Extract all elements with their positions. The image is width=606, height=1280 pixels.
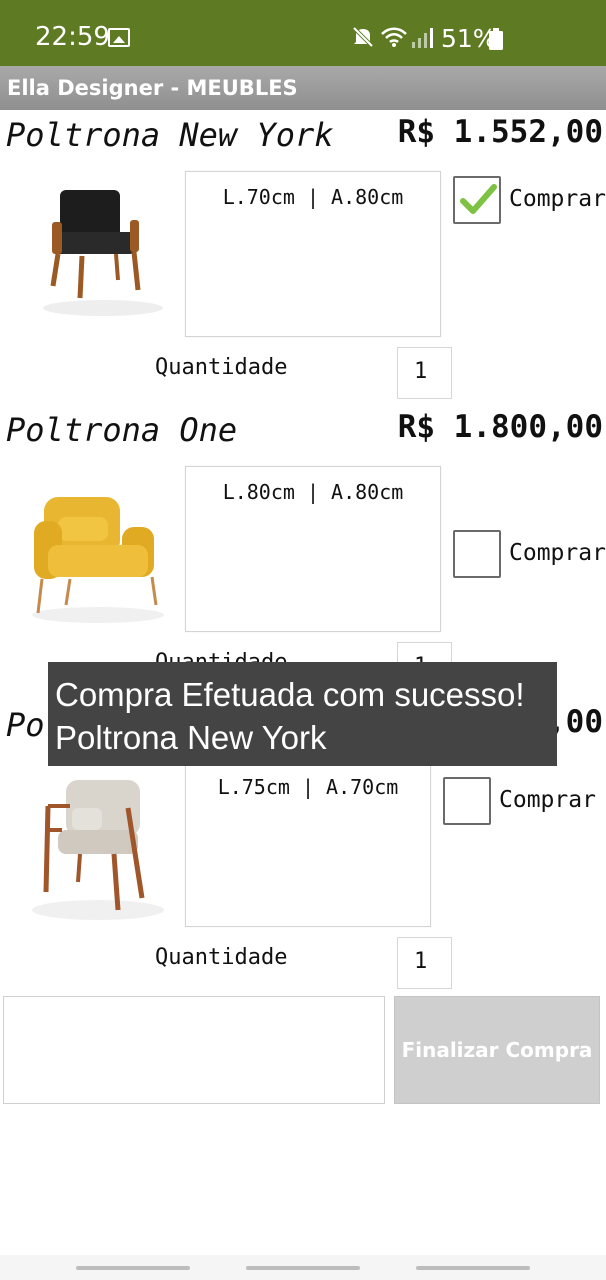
navigation-bar: [0, 1255, 606, 1280]
dimensions-text: L.70cm | A.80cm: [222, 185, 404, 209]
nav-back-button[interactable]: [416, 1266, 530, 1270]
dimensions-text: L.75cm | A.70cm: [217, 775, 399, 799]
product-price: R$ 1.800,00: [397, 409, 603, 445]
nav-home-button[interactable]: [246, 1266, 360, 1270]
buy-checkbox[interactable]: [453, 530, 501, 578]
product-card: Poltrona New York R$ 1.552,00 L.70cm | A…: [0, 110, 606, 400]
app-title: Ella Designer - MEUBLES: [7, 76, 298, 100]
buy-label[interactable]: Comprar: [509, 540, 606, 566]
status-time: 22:59: [35, 22, 110, 52]
beige-wood-chair-image: [32, 780, 164, 920]
quantity-input[interactable]: 1: [397, 347, 452, 399]
dimensions-box: L.75cm | A.70cm: [185, 761, 431, 927]
finish-purchase-button[interactable]: Finalizar Compra: [394, 996, 600, 1104]
product-name: Poltrona New York: [6, 116, 334, 154]
notes-field[interactable]: [3, 996, 385, 1104]
signal-icon: [412, 28, 433, 48]
quantity-label: Quantidade: [155, 945, 288, 970]
black-armchair-image: [43, 190, 163, 316]
battery-icon: [489, 28, 503, 50]
buy-label[interactable]: Comprar: [499, 787, 596, 813]
yellow-armchair-image: [32, 497, 164, 623]
buy-checkbox[interactable]: [443, 777, 491, 825]
dimensions-box: L.70cm | A.80cm: [185, 171, 441, 337]
dimensions-text: L.80cm | A.80cm: [222, 480, 404, 504]
status-bar: 22:59 51%: [0, 0, 606, 66]
product-price: R$ 1.552,00: [397, 114, 603, 150]
toast-message: Compra Efetuada com sucesso! Poltrona Ne…: [48, 662, 557, 766]
product-card: Poltrona One R$ 1.800,00 L.80cm | A.80cm…: [0, 405, 606, 695]
title-bar: Ella Designer - MEUBLES: [0, 66, 606, 110]
product-name: Poltrona One: [6, 411, 238, 449]
buy-checkbox[interactable]: [453, 176, 501, 224]
quantity-label: Quantidade: [155, 355, 288, 380]
checkmark-icon: [460, 184, 497, 214]
buy-label[interactable]: Comprar: [509, 186, 606, 212]
dimensions-box: L.80cm | A.80cm: [185, 466, 441, 632]
nav-recent-button[interactable]: [76, 1266, 190, 1270]
quantity-input[interactable]: 1: [397, 937, 452, 989]
wifi-icon: [381, 27, 407, 47]
mute-icon: [352, 26, 374, 48]
image-icon: [108, 28, 130, 47]
